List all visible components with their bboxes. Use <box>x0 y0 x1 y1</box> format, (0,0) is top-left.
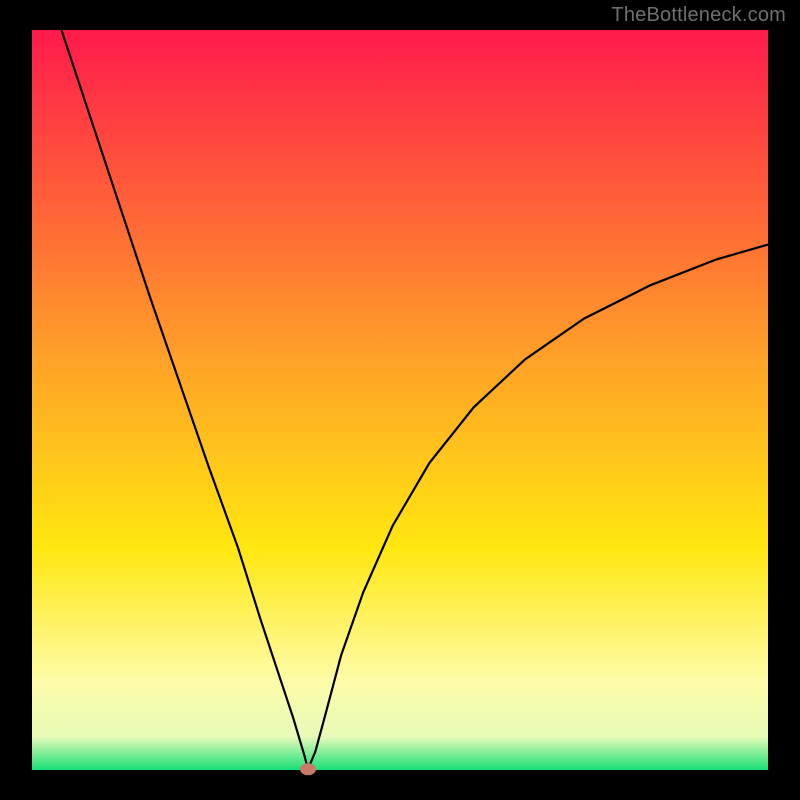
optimal-point-marker <box>300 763 316 775</box>
bottleneck-chart <box>0 0 800 800</box>
plot-background <box>32 30 768 770</box>
watermark-text: TheBottleneck.com <box>611 4 786 27</box>
chart-frame: TheBottleneck.com <box>0 0 800 800</box>
